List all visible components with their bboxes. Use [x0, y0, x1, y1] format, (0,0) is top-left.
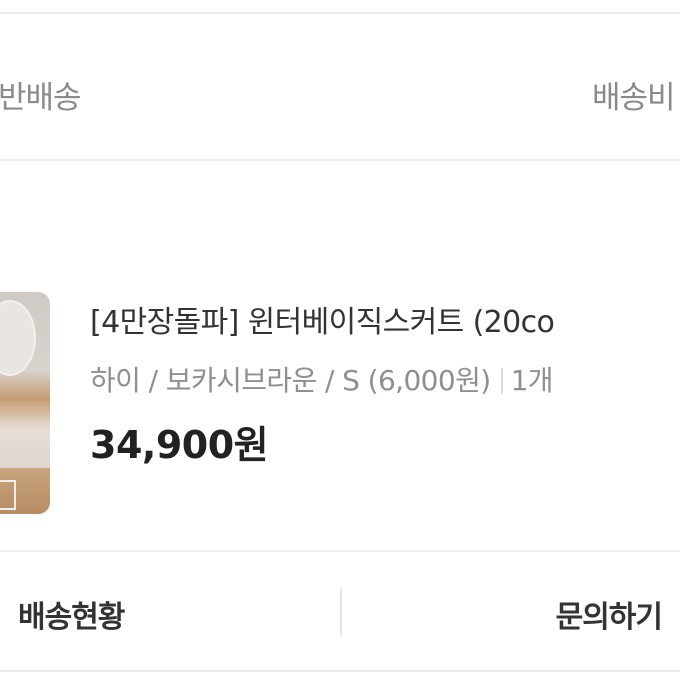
shipping-status-button[interactable]: 배송현황 — [0, 552, 340, 670]
shipping-row: 반배송 배송비 — [0, 14, 680, 160]
product-price: 34,900원 — [90, 423, 269, 467]
product-thumbnail[interactable] — [0, 292, 50, 514]
section-divider — [0, 159, 680, 161]
product-name[interactable]: [4만장돌파] 윈터베이직스커트 (20co — [90, 297, 555, 341]
product-quantity: 1개 — [510, 364, 554, 397]
bottom-divider — [0, 670, 680, 672]
shipping-status-label: 배송현황 — [18, 600, 125, 635]
shipping-type-label: 반배송 — [0, 80, 82, 116]
inquiry-button[interactable]: 문의하기 — [342, 552, 680, 670]
options-separator — [500, 368, 503, 394]
inquiry-label: 문의하기 — [555, 600, 663, 635]
thumbnail-frame-shape — [0, 480, 16, 510]
product-options: 하이 / 보카시브라운 / S (6,000원) — [90, 364, 491, 397]
order-item-card: 반배송 배송비 [4만장돌파] 윈터베이직스커트 (20co 하이 / 보카시브… — [0, 0, 680, 680]
thumbnail-mirror-shape — [0, 300, 36, 376]
shipping-fee-label: 배송비 — [592, 80, 676, 116]
product-options-line: 하이 / 보카시브라운 / S (6,000원) 1개 — [90, 359, 554, 399]
actions-bar: 배송현황 문의하기 — [0, 552, 680, 670]
